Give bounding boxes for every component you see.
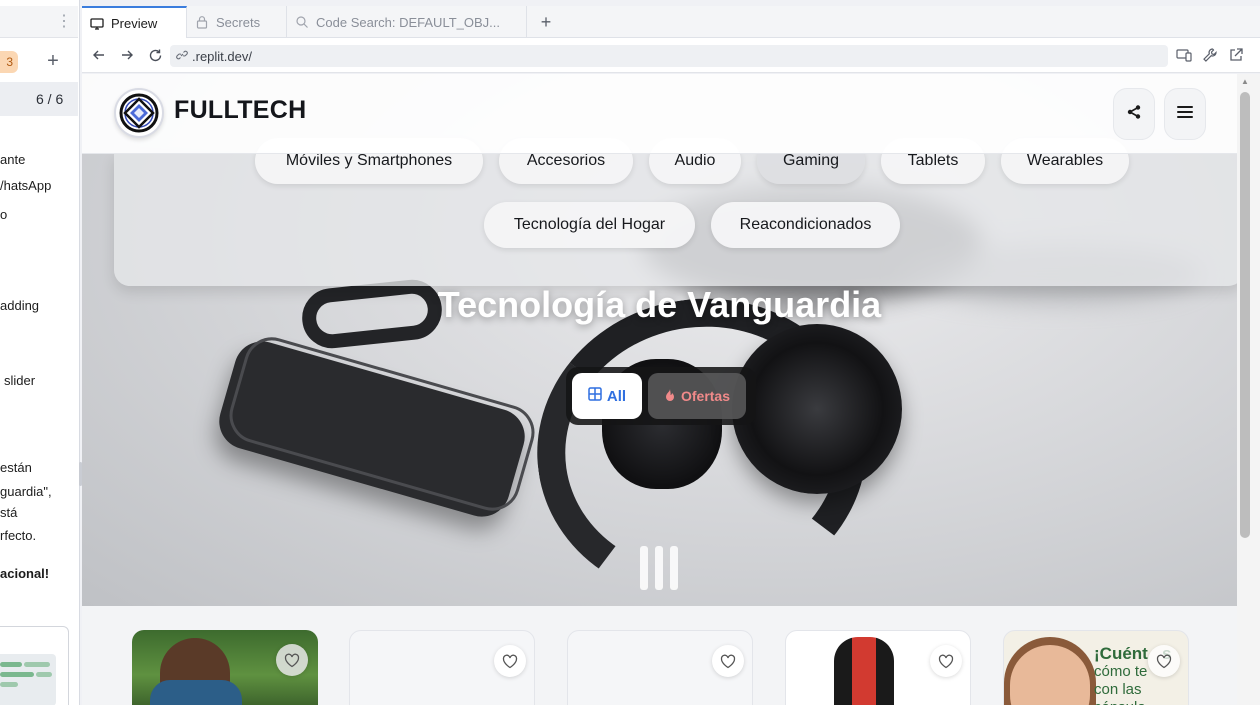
reload-icon[interactable]: [146, 46, 164, 64]
chat-message-line: o: [0, 207, 8, 222]
promo-line-1: ¡Cuént: [1094, 644, 1148, 663]
site-header: FULLTECH: [82, 74, 1237, 154]
filter-toggle: All Ofertas: [566, 367, 756, 425]
hero-headphones-earcup: [732, 324, 902, 494]
fire-icon: [664, 388, 676, 405]
favorite-heart-icon[interactable]: [1148, 645, 1180, 677]
hamburger-menu-icon: [1177, 105, 1193, 124]
tab-code-search[interactable]: Code Search: DEFAULT_OBJ...: [287, 6, 527, 38]
open-external-icon[interactable]: [1228, 47, 1244, 63]
search-icon: [295, 15, 309, 29]
product-card[interactable]: [349, 630, 535, 705]
monitor-icon: [90, 17, 104, 31]
favorite-heart-icon[interactable]: [930, 645, 962, 677]
tab-preview[interactable]: Preview: [82, 6, 187, 39]
filter-all-label: All: [606, 387, 627, 405]
tab-bar: Preview Secrets Code Search: DEFAULT_OBJ…: [82, 6, 1260, 39]
filter-ofertas-button[interactable]: Ofertas: [648, 373, 746, 419]
menu-button[interactable]: [1164, 88, 1206, 140]
tab-secrets[interactable]: Secrets: [187, 6, 287, 38]
url-text: .replit.dev/: [192, 48, 252, 64]
url-input[interactable]: .replit.dev/: [170, 45, 1168, 67]
brand-logo[interactable]: [114, 88, 164, 138]
product-image: [834, 637, 894, 705]
favorite-heart-icon[interactable]: [712, 645, 744, 677]
chat-panel-topbar: ⋮: [0, 6, 78, 38]
product-card[interactable]: ¡Cuént s cómo te con las cápsula: [1003, 630, 1189, 705]
scroll-up-arrow-icon[interactable]: ▲: [1240, 78, 1250, 86]
chat-message-line: slider: [4, 373, 36, 388]
chat-message-line: están: [0, 460, 32, 475]
hero-title: Tecnología de Vanguardia: [437, 284, 882, 325]
favorite-heart-icon[interactable]: [276, 644, 308, 676]
filter-all-button[interactable]: All: [572, 373, 642, 419]
favorite-heart-icon[interactable]: [494, 645, 526, 677]
chat-message-line: /hatsApp: [0, 178, 52, 193]
scrollbar-thumb[interactable]: [1240, 92, 1250, 538]
chat-message-line: ante: [0, 152, 26, 167]
count-badge: 3: [0, 51, 18, 73]
message-counter: 6 / 6: [36, 91, 64, 107]
address-bar: .replit.dev/: [82, 38, 1260, 73]
product-image-detail: [150, 680, 242, 705]
share-button[interactable]: [1113, 88, 1155, 140]
product-card[interactable]: [785, 630, 971, 705]
brand-name[interactable]: FULLTECH: [174, 96, 306, 125]
grid-icon: [588, 387, 602, 405]
attachment-thumbnail[interactable]: [0, 654, 56, 705]
lock-icon: [195, 15, 209, 29]
category-panel: Móviles y Smartphones Accesorios Audio G…: [114, 138, 1237, 286]
chat-message-line: adding: [0, 298, 40, 313]
new-tab-button[interactable]: +: [534, 10, 558, 34]
chat-panel: ⋮ 3 + 6 / 6 ante/hatsApp o adding slider est…: [0, 0, 80, 705]
chat-message-line: guardia",: [0, 484, 52, 499]
product-card[interactable]: [132, 630, 318, 705]
tab-label: Code Search: DEFAULT_OBJ...: [316, 14, 500, 30]
category-hogar[interactable]: Tecnología del Hogar: [484, 202, 695, 248]
tab-label: Preview: [111, 16, 158, 31]
tab-label: Secrets: [216, 14, 261, 30]
preview-viewport: Móviles y Smartphones Accesorios Audio G…: [82, 74, 1237, 705]
slider-pause-icon[interactable]: [640, 546, 680, 590]
category-reacondicionados[interactable]: Reacondicionados: [711, 202, 900, 248]
share-icon: [1126, 104, 1142, 125]
new-chat-button[interactable]: +: [44, 50, 62, 72]
chat-message-line: rfecto.: [0, 528, 37, 543]
link-icon: [176, 49, 188, 64]
wrench-icon[interactable]: [1202, 47, 1218, 63]
chat-message-line: acional!: [0, 566, 50, 581]
more-options-icon[interactable]: ⋮: [56, 12, 72, 32]
devices-icon[interactable]: [1176, 47, 1192, 63]
product-grid: ¡Cuént s cómo te con las cápsula: [82, 606, 1237, 705]
product-card[interactable]: [567, 630, 753, 705]
forward-arrow-icon[interactable]: [118, 46, 136, 64]
back-arrow-icon[interactable]: [90, 46, 108, 64]
chat-message-line: stá: [0, 505, 18, 520]
filter-ofertas-label: Ofertas: [680, 388, 731, 404]
promo-line-3: con las cápsula: [1094, 681, 1146, 705]
